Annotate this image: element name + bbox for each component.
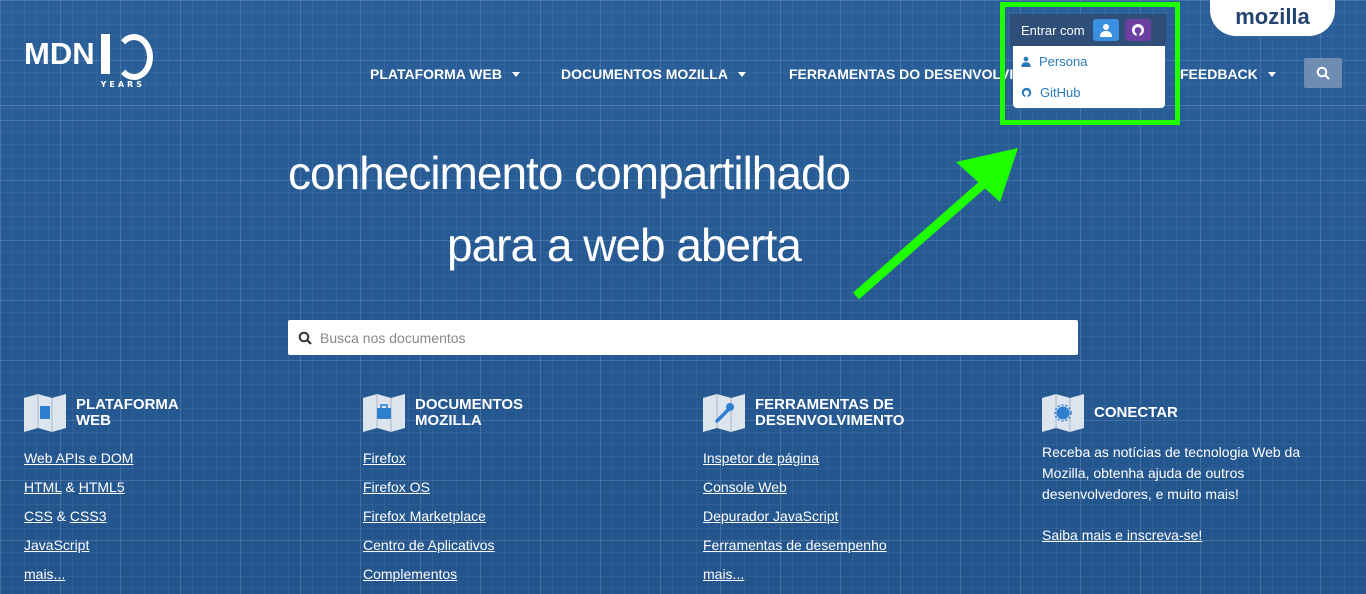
logo-years: YEARS [100,80,145,89]
link-separator: & [61,479,79,495]
nav-plataforma-web[interactable]: PLATAFORMA WEB [370,66,520,82]
column-title: MOZILLA [415,412,482,429]
highlight-box [1000,2,1180,125]
annotation-arrow [853,148,1018,300]
link-centro-aplicativos[interactable]: Centro de Aplicativos [363,537,495,553]
briefcase-map-icon [363,394,405,432]
search-icon [1316,66,1330,80]
link-more[interactable]: mais... [24,566,65,582]
search-icon [298,331,312,345]
chevron-down-icon [737,71,746,77]
chevron-down-icon [511,71,520,77]
link-web-apis[interactable]: Web APIs e DOM [24,450,133,466]
link-html[interactable]: HTML [24,479,62,495]
mozilla-tab[interactable]: mozilla [1210,0,1335,36]
column-title: WEB [76,412,111,429]
list-item: Ferramentas de desempenho [703,535,1003,564]
column-conectar: CONECTAR Receba as notícias de tecnologi… [1042,392,1342,543]
link-css3[interactable]: CSS3 [70,508,107,524]
list-item: mais... [703,564,1003,593]
list-item: Firefox OS [363,477,663,506]
list-item: JavaScript [24,535,324,564]
list-item: Centro de Aplicativos [363,535,663,564]
nav-label: PLATAFORMA WEB [370,66,502,82]
list-item: mais... [24,564,324,593]
header-search-button[interactable] [1304,58,1342,88]
nav-ferramentas[interactable]: FERRAMENTAS DO DESENVOLVI [789,66,1013,82]
link-html5[interactable]: HTML5 [79,479,125,495]
link-css[interactable]: CSS [24,508,53,524]
list-item: CSS & CSS3 [24,506,324,535]
column-title: CONECTAR [1094,404,1178,421]
nav-feedback[interactable]: FEEDBACK [1180,66,1276,82]
link-more[interactable]: mais... [703,566,744,582]
badge-map-icon [1042,394,1084,432]
link-inspetor[interactable]: Inspetor de página [703,450,819,466]
nav-label: FERRAMENTAS DO DESENVOLVI [789,66,1014,82]
connect-description: Receba as notícias de tecnologia Web da … [1042,444,1301,502]
list-item: Console Web [703,477,1003,506]
column-title: DESENVOLVIMENTO [755,412,905,429]
column-title: FERRAMENTAS DE [755,396,894,413]
link-javascript[interactable]: JavaScript [24,537,89,553]
link-firefox-os[interactable]: Firefox OS [363,479,430,495]
list-item: Web APIs e DOM [24,448,324,477]
chevron-down-icon [1267,71,1276,77]
link-desempenho[interactable]: Ferramentas de desempenho [703,537,887,553]
nav-label: DOCUMENTOS MOZILLA [561,66,728,82]
link-complementos[interactable]: Complementos [363,566,457,582]
column-ferramentas: FERRAMENTAS DE DESENVOLVIMENTO Inspetor d… [703,392,1003,593]
list-item: Depurador JavaScript [703,506,1003,535]
list-item: Firefox [363,448,663,477]
column-plataforma-web: PLATAFORMA WEB Web APIs e DOM HTML & HTML… [24,392,324,593]
logo-text: MDN [24,36,95,71]
link-firefox-marketplace[interactable]: Firefox Marketplace [363,508,486,524]
mdn-logo[interactable]: MDN YEARS [24,34,161,96]
hero-title-line2: para a web aberta [447,219,802,271]
ten-years-icon: YEARS [99,34,161,92]
hero-title-line1: conhecimento compartilhado [288,147,851,199]
wrench-map-icon [703,394,745,432]
link-console-web[interactable]: Console Web [703,479,787,495]
docs-search[interactable] [288,320,1078,355]
column-title: DOCUMENTOS [415,396,524,413]
nav-label: FEEDBACK [1180,66,1258,82]
document-map-icon [24,394,66,432]
link-separator: & [52,508,70,524]
list-item: HTML & HTML5 [24,477,324,506]
column-documentos-mozilla: DOCUMENTOS MOZILLA Firefox Firefox OS Fir… [363,392,663,593]
list-item: Complementos [363,564,663,593]
docs-search-input[interactable] [318,328,1062,347]
column-title: PLATAFORMA [76,396,179,413]
link-firefox[interactable]: Firefox [363,450,406,466]
nav-documentos-mozilla[interactable]: DOCUMENTOS MOZILLA [561,66,746,82]
link-depurador[interactable]: Depurador JavaScript [703,508,838,524]
list-item: Inspetor de página [703,448,1003,477]
link-subscribe[interactable]: Saiba mais e inscreva-se! [1042,527,1342,543]
list-item: Firefox Marketplace [363,506,663,535]
